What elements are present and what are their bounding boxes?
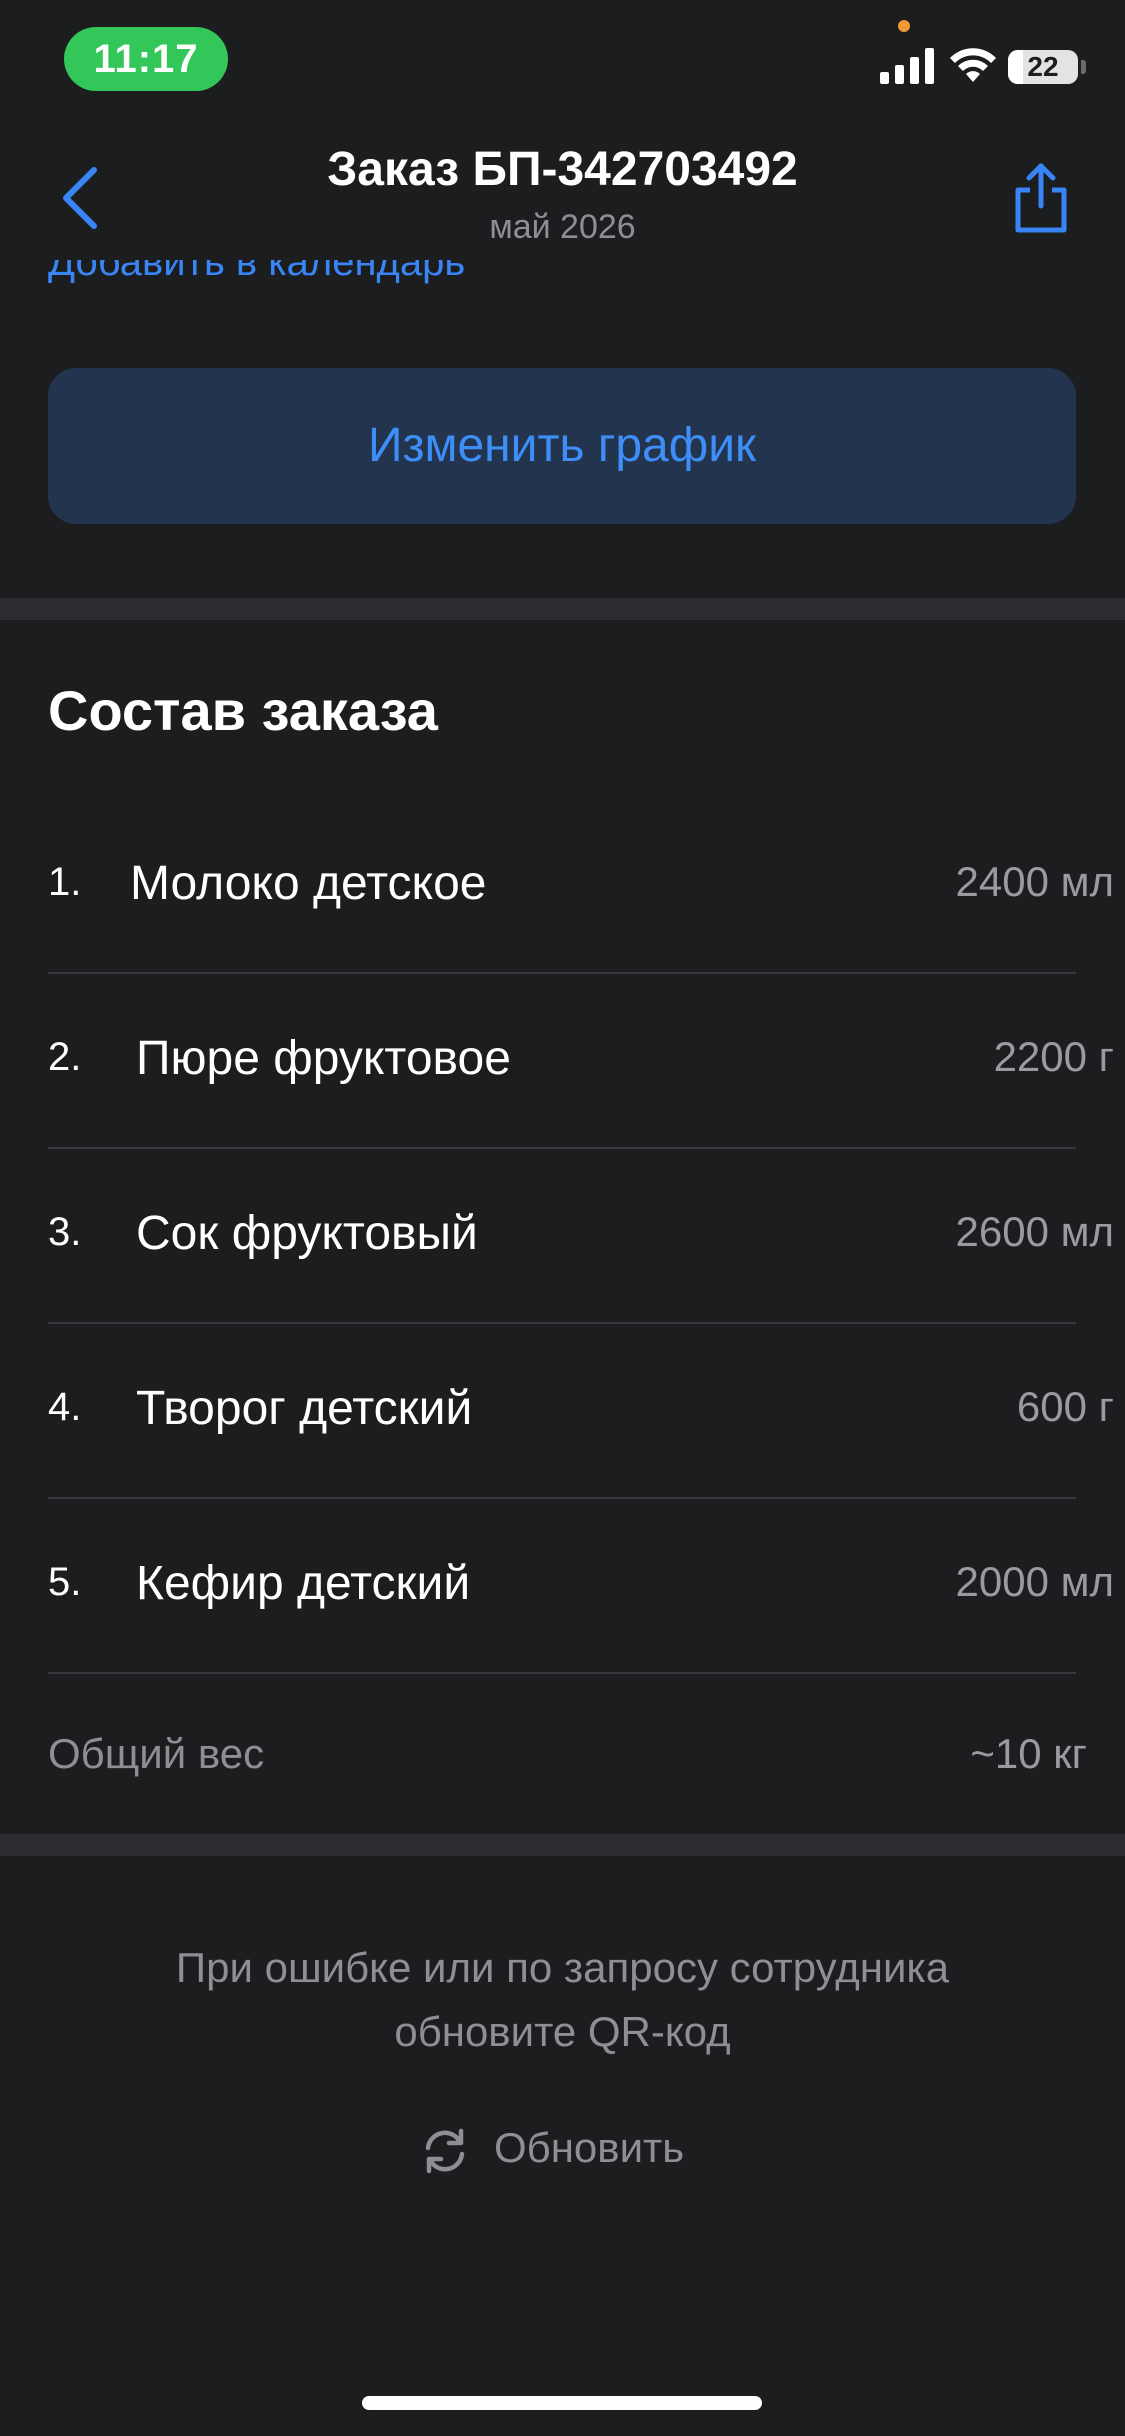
- page-subtitle: май 2026: [489, 208, 636, 246]
- list-item: 5. Кефир детский 2000 мл: [48, 1500, 1114, 1674]
- item-quantity: 2600 мл: [955, 1208, 1114, 1255]
- list-item: 2. Пюре фруктовое 2200 г: [48, 975, 1114, 1149]
- item-quantity: 600 г: [1016, 1383, 1114, 1430]
- section-divider: [0, 1834, 1125, 1856]
- item-name: Молоко детское: [130, 857, 487, 910]
- row-separator: [48, 972, 1076, 974]
- item-quantity: 2400 мл: [955, 858, 1114, 905]
- item-name: Кефир детский: [136, 1557, 471, 1610]
- list-item: 4. Творог детский 600 г: [48, 1325, 1114, 1499]
- row-separator: [48, 1497, 1076, 1499]
- refresh-button[interactable]: Обновить: [420, 2118, 710, 2188]
- privacy-indicator-dot: [898, 20, 910, 32]
- item-number: 2.: [48, 1035, 82, 1079]
- page-title: Заказ БП-342703492: [327, 143, 798, 196]
- row-separator: [48, 1322, 1076, 1324]
- item-quantity: 2000 мл: [955, 1558, 1114, 1605]
- row-separator: [48, 1147, 1076, 1149]
- list-item: 3. Сок фруктовый 2600 мл: [48, 1150, 1114, 1324]
- item-number: 5.: [48, 1560, 82, 1604]
- status-time: 11:17: [64, 27, 228, 91]
- item-name: Пюре фруктовое: [136, 1032, 511, 1085]
- change-schedule-button[interactable]: Изменить график: [48, 368, 1076, 524]
- wifi-icon: [950, 48, 996, 82]
- refresh-label: Обновить: [494, 2124, 685, 2171]
- item-number: 1.: [48, 860, 82, 904]
- item-quantity: 2200 г: [993, 1033, 1114, 1080]
- item-name: Творог детский: [136, 1382, 473, 1435]
- row-separator: [48, 1672, 1076, 1674]
- refresh-icon: [425, 2128, 465, 2174]
- item-number: 3.: [48, 1210, 82, 1254]
- qr-refresh-hint: При ошибке или по запросу сотрудника обн…: [175, 1944, 950, 2055]
- share-icon[interactable]: [1010, 160, 1072, 236]
- item-number: 4.: [48, 1385, 82, 1429]
- home-indicator[interactable]: [362, 2396, 762, 2410]
- battery-icon: 22: [1008, 50, 1078, 84]
- total-weight-value: ~10 кг: [970, 1730, 1087, 1777]
- battery-cap: [1081, 60, 1086, 74]
- list-item: 1. Молоко детское 2400 мл: [48, 800, 1114, 974]
- status-bar: 11:17 22: [0, 0, 1125, 120]
- order-section-title: Состав заказа: [48, 679, 438, 742]
- section-divider: [0, 598, 1125, 620]
- navigation-header: Заказ БП-342703492 май 2026: [0, 120, 1125, 260]
- cellular-signal-icon: [880, 48, 934, 84]
- total-weight-label: Общий вес: [48, 1730, 265, 1777]
- battery-percentage: 22: [1027, 51, 1059, 82]
- item-name: Сок фруктовый: [136, 1207, 478, 1260]
